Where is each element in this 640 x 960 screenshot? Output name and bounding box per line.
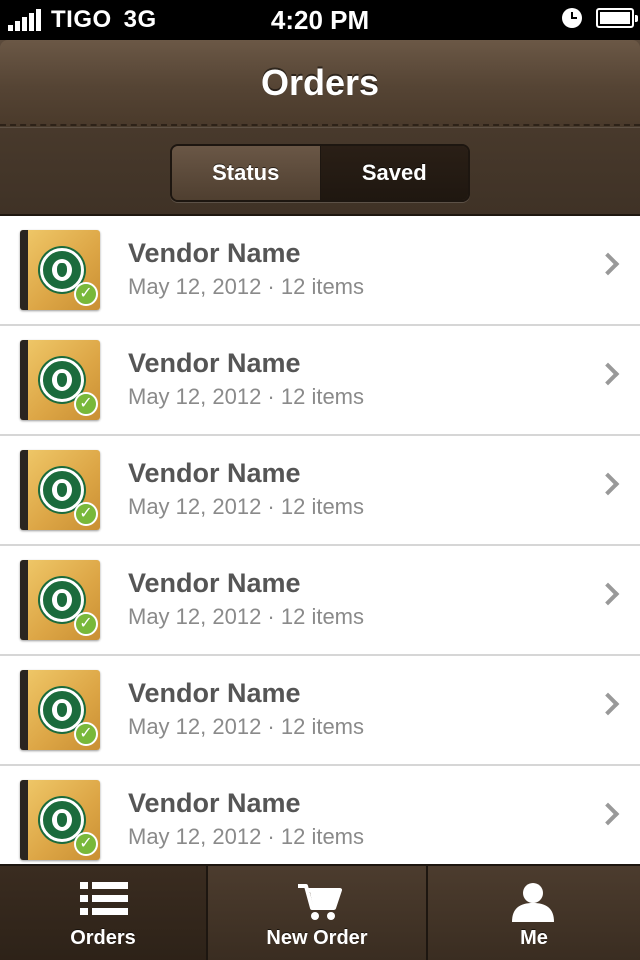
segment-status[interactable]: Status xyxy=(172,146,321,200)
order-meta: May 12, 2012 · 12 items xyxy=(128,494,365,519)
thumbnail-spine xyxy=(20,340,28,420)
tab-orders[interactable]: Orders xyxy=(0,866,208,960)
person-icon xyxy=(512,883,554,922)
order-row[interactable]: ✓ Vendor Name May 12, 2012 · 12 items xyxy=(0,326,640,436)
cart-icon xyxy=(298,884,342,920)
tab-label: Orders xyxy=(70,927,136,949)
tab-label: New Order xyxy=(266,927,368,949)
vendor-thumbnail: ✓ xyxy=(20,780,100,860)
order-meta: May 12, 2012 · 12 items xyxy=(128,714,365,739)
chevron-right-icon xyxy=(596,802,620,826)
chevron-right-icon xyxy=(596,692,620,716)
thumbnail-spine xyxy=(20,450,28,530)
segmented-control: Status Saved xyxy=(170,144,470,202)
status-right xyxy=(562,8,638,28)
battery-icon xyxy=(596,8,638,28)
vendor-thumbnail: ✓ xyxy=(20,450,100,530)
vendor-thumbnail: ✓ xyxy=(20,340,100,420)
order-row[interactable]: ✓ Vendor Name May 12, 2012 · 12 items xyxy=(0,766,640,864)
order-meta: May 12, 2012 · 12 items xyxy=(128,274,365,299)
order-meta: May 12, 2012 · 12 items xyxy=(128,604,365,629)
vendor-thumbnail: ✓ xyxy=(20,230,100,310)
order-meta: May 12, 2012 · 12 items xyxy=(128,384,365,409)
page-title: Orders xyxy=(260,62,380,103)
nav-header: Orders Status Saved xyxy=(0,40,640,216)
vendor-name: Vendor Name xyxy=(128,678,301,708)
status-bar: TIGO 3G 4:20 PM xyxy=(0,0,640,40)
tab-me[interactable]: Me xyxy=(428,866,640,960)
stitch-highlight xyxy=(0,127,640,128)
order-row[interactable]: ✓ Vendor Name May 12, 2012 · 12 items xyxy=(0,216,640,326)
check-icon: ✓ xyxy=(74,612,98,636)
order-row[interactable]: ✓ Vendor Name May 12, 2012 · 12 items xyxy=(0,436,640,546)
check-icon: ✓ xyxy=(74,392,98,416)
list-icon xyxy=(80,882,128,915)
vendor-thumbnail: ✓ xyxy=(20,560,100,640)
tab-new-order[interactable]: New Order xyxy=(208,866,428,960)
thumbnail-spine xyxy=(20,560,28,640)
thumbnail-spine xyxy=(20,670,28,750)
chevron-right-icon xyxy=(596,472,620,496)
orders-list: ✓ Vendor Name May 12, 2012 · 12 items ✓ … xyxy=(0,216,640,864)
order-row[interactable]: ✓ Vendor Name May 12, 2012 · 12 items xyxy=(0,656,640,766)
check-icon: ✓ xyxy=(74,282,98,306)
order-row[interactable]: ✓ Vendor Name May 12, 2012 · 12 items xyxy=(0,546,640,656)
status-time: 4:20 PM xyxy=(270,5,370,35)
check-icon: ✓ xyxy=(74,722,98,746)
check-icon: ✓ xyxy=(74,502,98,526)
chevron-right-icon xyxy=(596,582,620,606)
vendor-name: Vendor Name xyxy=(128,568,301,598)
tab-bar: Orders New Order Me xyxy=(0,864,640,960)
thumbnail-spine xyxy=(20,230,28,310)
chevron-right-icon xyxy=(596,362,620,386)
segment-saved[interactable]: Saved xyxy=(320,146,468,200)
check-icon: ✓ xyxy=(74,832,98,856)
vendor-name: Vendor Name xyxy=(128,348,301,378)
vendor-name: Vendor Name xyxy=(128,788,301,818)
clock-icon xyxy=(562,8,582,28)
chevron-right-icon xyxy=(596,252,620,276)
stitch-divider xyxy=(0,124,640,126)
order-meta: May 12, 2012 · 12 items xyxy=(128,824,365,849)
vendor-name: Vendor Name xyxy=(128,238,301,268)
vendor-thumbnail: ✓ xyxy=(20,670,100,750)
vendor-name: Vendor Name xyxy=(128,458,301,488)
tab-label: Me xyxy=(520,927,548,949)
thumbnail-spine xyxy=(20,780,28,860)
